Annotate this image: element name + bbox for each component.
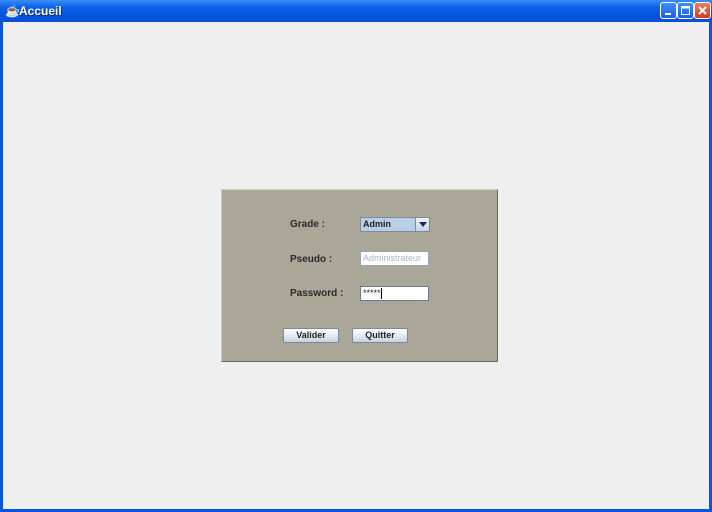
minimize-icon — [665, 13, 671, 15]
chevron-down-icon — [419, 222, 427, 227]
pseudo-field[interactable]: Administrateur — [360, 251, 429, 266]
grade-select[interactable]: Admin — [360, 217, 430, 232]
password-field[interactable]: ***** — [360, 286, 429, 301]
title-bar[interactable]: ☕ Accueil — [0, 0, 712, 22]
quitter-button[interactable]: Quitter — [352, 328, 408, 343]
grade-label: Grade : — [290, 219, 326, 230]
valider-button[interactable]: Valider — [283, 328, 339, 343]
close-button[interactable] — [694, 2, 711, 19]
grade-dropdown-button[interactable] — [415, 218, 429, 231]
close-icon — [698, 6, 707, 15]
grade-selected-value: Admin — [361, 218, 415, 231]
password-mask: ***** — [363, 288, 381, 298]
java-cup-icon: ☕ — [5, 4, 20, 18]
password-label: Password : — [290, 288, 344, 299]
login-panel: Grade : Admin Pseudo : Administrateur Pa… — [221, 189, 498, 362]
maximize-button[interactable] — [677, 2, 694, 19]
minimize-button[interactable] — [660, 2, 677, 19]
app-window: ☕ Accueil Grade : Admin Pseudo: Adminis… — [0, 0, 712, 512]
maximize-icon — [681, 6, 690, 15]
text-caret — [380, 288, 382, 300]
pseudo-label: Pseudo : — [290, 254, 333, 265]
window-title: Accueil — [19, 4, 62, 18]
